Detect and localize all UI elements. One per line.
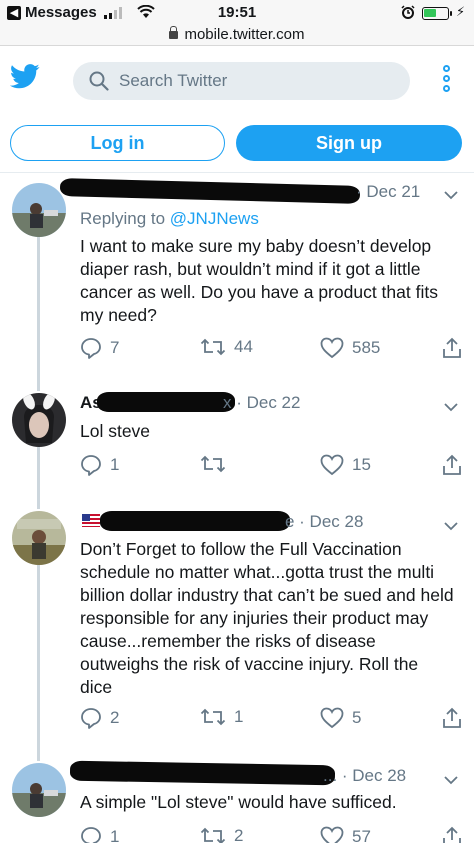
reply-button[interactable]: 1	[80, 454, 119, 476]
chevron-down-icon[interactable]	[444, 518, 458, 532]
tweet-text: Don’t Forget to follow the Full Vaccinat…	[80, 539, 454, 697]
like-button[interactable]: 5	[320, 707, 361, 729]
tweet-actions: 1 2 57	[80, 826, 464, 843]
tweet-date[interactable]: x · Dec 22	[223, 393, 300, 413]
reply-button[interactable]: 7	[80, 337, 119, 359]
reply-button[interactable]: 2	[80, 707, 119, 729]
like-count: 5	[352, 708, 362, 727]
tweet[interactable]: ... · Dec 28 A simple "Lol steve" would …	[0, 753, 474, 843]
avatar[interactable]	[12, 183, 66, 237]
share-icon	[443, 454, 461, 475]
tweet-text: A simple "Lol steve" would have sufficed…	[80, 792, 397, 812]
thread-line	[37, 447, 40, 501]
alarm-clock-icon	[401, 5, 415, 25]
reply-count: 1	[110, 827, 120, 843]
share-icon	[443, 707, 461, 728]
search-input[interactable]	[119, 62, 399, 100]
redacted-name	[100, 511, 290, 531]
retweet-icon	[200, 827, 226, 843]
retweet-button[interactable]	[200, 454, 234, 474]
reply-count: 7	[110, 338, 120, 357]
share-button[interactable]	[442, 454, 462, 476]
like-count: 57	[352, 827, 371, 843]
search-bar[interactable]	[73, 62, 410, 100]
share-button[interactable]	[442, 826, 462, 843]
chevron-down-icon[interactable]	[444, 187, 458, 201]
charging-bolt-icon: ⚡	[456, 4, 466, 19]
share-icon	[443, 337, 461, 358]
heart-icon	[320, 337, 344, 359]
us-flag-icon	[82, 514, 100, 527]
redacted-name	[69, 760, 336, 786]
login-button[interactable]: Log in	[10, 125, 225, 161]
redacted-name	[59, 178, 361, 204]
tweet[interactable]: As x · Dec 22 Lol steve 1 15	[0, 383, 474, 501]
tweet-actions: 2 1 5	[80, 707, 464, 731]
retweet-icon	[200, 708, 226, 726]
search-icon	[89, 71, 109, 96]
retweet-button[interactable]: 44	[200, 337, 253, 357]
reply-count: 1	[110, 455, 120, 474]
avatar[interactable]	[12, 393, 66, 447]
thread-line	[37, 233, 40, 389]
retweet-icon	[200, 455, 226, 473]
tweet-actions: 1 15	[80, 454, 464, 478]
chevron-down-icon[interactable]	[444, 772, 458, 786]
heart-icon	[320, 454, 344, 476]
url-text[interactable]: mobile.twitter.com	[184, 26, 304, 43]
share-button[interactable]	[442, 337, 462, 359]
retweet-button[interactable]: 1	[200, 707, 243, 727]
avatar[interactable]	[12, 511, 66, 565]
share-button[interactable]	[442, 707, 462, 729]
retweet-count: 2	[234, 826, 244, 843]
tweet-text: I want to make sure my baby doesn’t deve…	[80, 236, 438, 325]
retweet-icon	[200, 338, 226, 356]
retweet-button[interactable]: 2	[200, 826, 243, 843]
replying-to-label: Replying to	[80, 209, 170, 228]
reply-button[interactable]: 1	[80, 826, 119, 843]
browser-url-bar[interactable]: mobile.twitter.com	[0, 26, 474, 46]
like-button[interactable]: 57	[320, 826, 371, 843]
tweet-date[interactable]: e · Dec 28	[285, 512, 363, 532]
battery-icon	[422, 7, 452, 20]
reply-icon	[81, 708, 101, 729]
like-button[interactable]: 585	[320, 337, 380, 359]
redacted-name	[97, 392, 235, 412]
thread-line	[37, 501, 40, 509]
tweet-text: Lol steve	[80, 421, 151, 441]
tweet[interactable]: e · Dec 28 Don’t Forget to follow the Fu…	[0, 501, 474, 753]
thread-line	[37, 753, 40, 761]
like-count: 585	[352, 338, 381, 357]
tweet-actions: 7 44 585	[80, 337, 464, 361]
share-icon	[443, 826, 461, 843]
auth-buttons: Log in Sign up	[0, 125, 474, 161]
signup-button[interactable]: Sign up	[236, 125, 462, 161]
tweet-date[interactable]: ... · Dec 28	[323, 766, 406, 786]
reply-icon	[81, 338, 101, 359]
replying-to: Replying to @JNJNews	[80, 209, 259, 229]
reply-icon	[81, 827, 101, 843]
tweet-date[interactable]: · Dec 21	[356, 182, 420, 202]
lock-icon	[169, 26, 179, 39]
like-button[interactable]: 15	[320, 454, 371, 476]
tweet[interactable]: · Dec 21 Replying to @JNJNews I want to …	[0, 173, 474, 389]
twitter-header	[0, 47, 474, 117]
status-bar: ◀ Messages 19:51 ⚡	[0, 0, 474, 26]
heart-icon	[320, 707, 344, 729]
retweet-count: 44	[234, 337, 253, 356]
chevron-down-icon[interactable]	[444, 399, 458, 413]
twitter-bird-logo-icon[interactable]	[9, 64, 40, 94]
reply-icon	[81, 455, 101, 476]
thread-line	[37, 383, 40, 391]
avatar[interactable]	[12, 763, 66, 817]
thread-line	[37, 565, 40, 753]
retweet-count: 1	[234, 707, 244, 726]
like-count: 15	[352, 455, 371, 474]
more-options-icon[interactable]	[438, 65, 454, 97]
heart-icon	[320, 826, 344, 843]
reply-count: 2	[110, 708, 120, 727]
replying-to-handle[interactable]: @JNJNews	[170, 209, 259, 228]
